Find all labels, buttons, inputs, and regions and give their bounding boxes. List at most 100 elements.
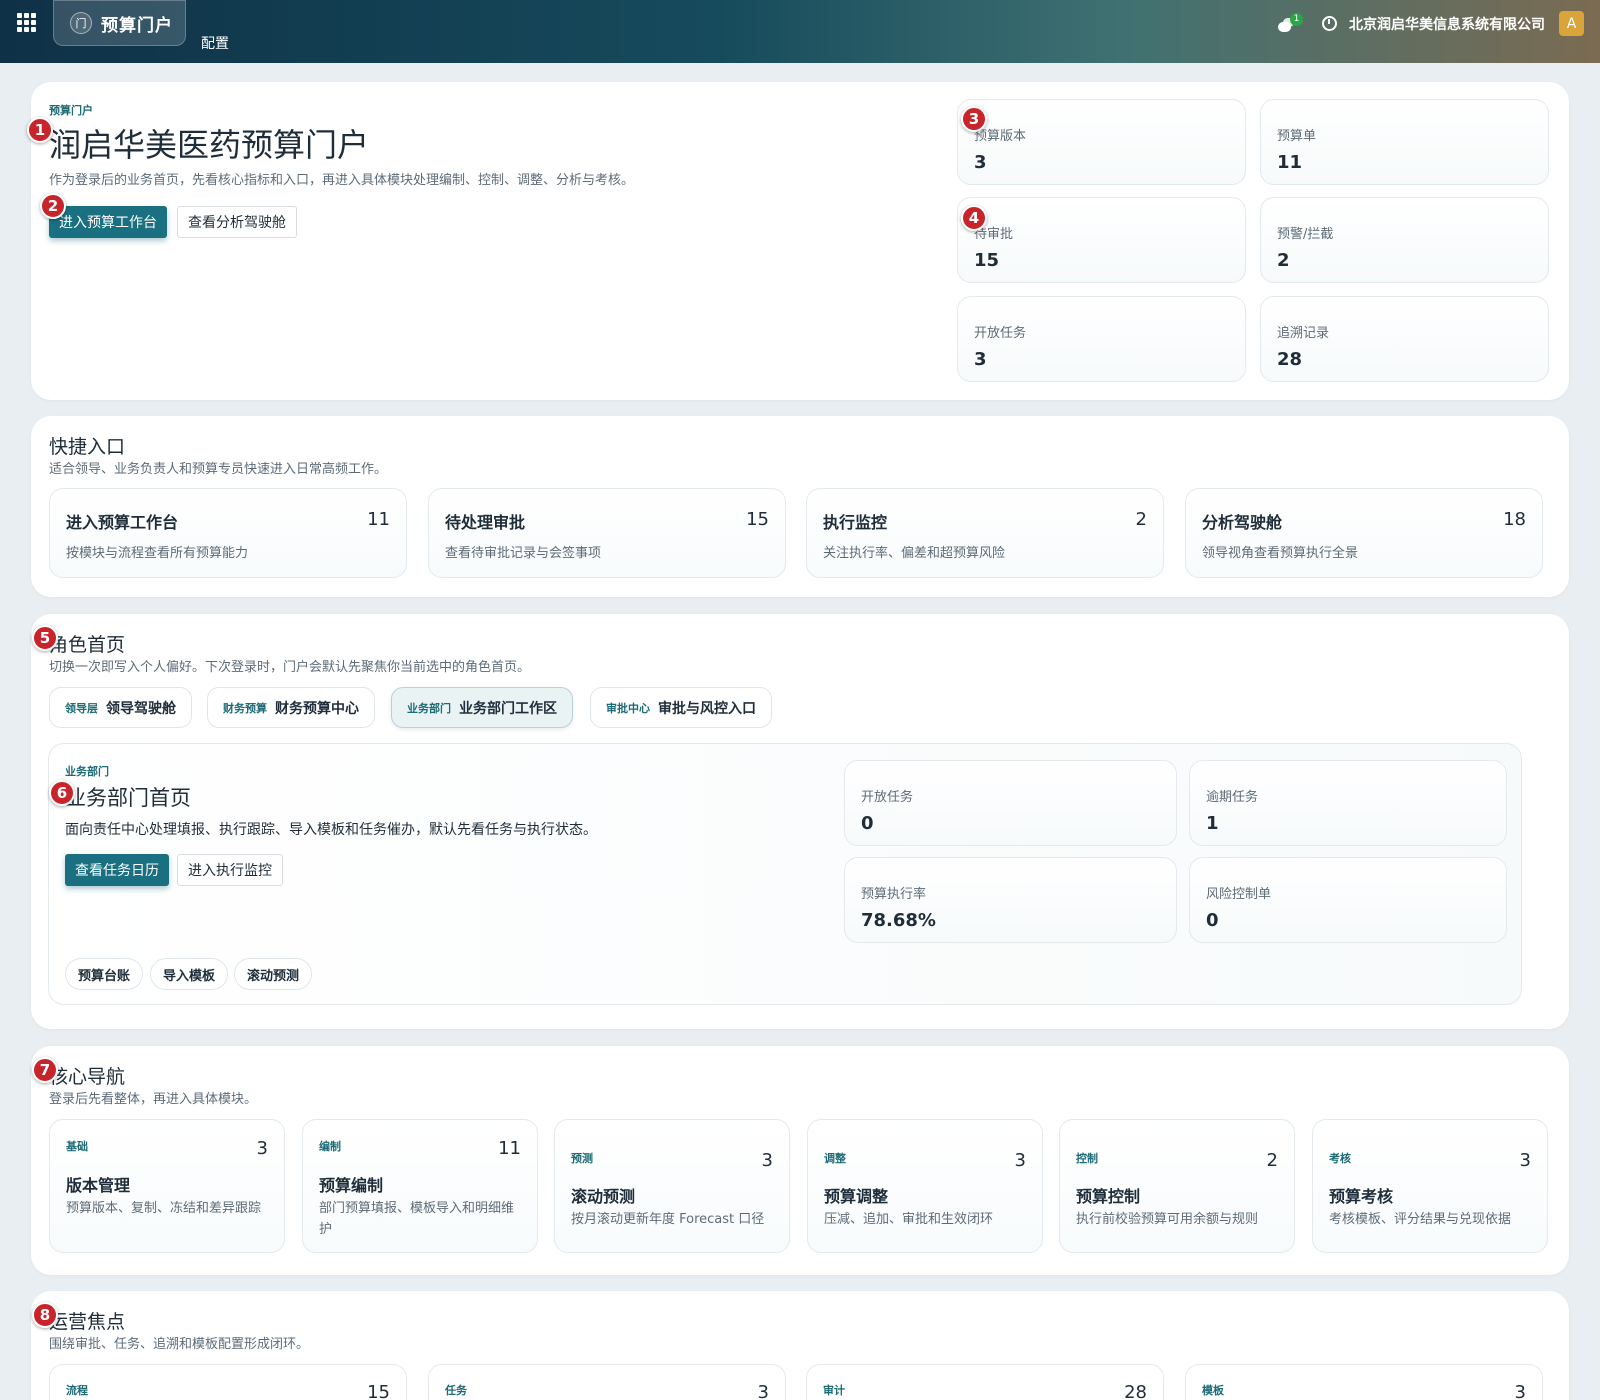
stat-value: 2 [1277,250,1290,271]
stat-card[interactable]: 预算单 11 [1260,99,1549,185]
module-tile-budgeting[interactable]: 编制 11 预算编制 部门预算填报、模板导入和明细维护 [302,1119,538,1253]
module-tile-forecast[interactable]: 预测 3 滚动预测 按月滚动更新年度 Forecast 口径 [554,1119,790,1253]
module-tile-version[interactable]: 基础 3 版本管理 预算版本、复制、冻结和差异跟踪 [49,1119,285,1253]
section-title: 快捷入口 [49,436,126,458]
stat-card[interactable]: 开放任务 0 [844,760,1177,846]
stat-card[interactable]: 预警/拦截 2 [1260,197,1549,283]
stat-value: 0 [861,813,874,834]
stat-card[interactable]: 预算执行率 78.68% [844,857,1177,943]
page-title: 润启华美医药预算门户 [49,126,370,164]
hero-subtitle: 作为登录后的业务首页，先看核心指标和入口，再进入具体模块处理编制、控制、调整、分… [49,173,635,188]
stat-label: 预算执行率 [861,887,927,902]
tile-desc: 领导视角查看预算执行全景 [1202,546,1359,561]
stat-card[interactable]: 追溯记录 28 [1260,296,1549,382]
role-tab-finance[interactable]: 财务预算 财务预算中心 [207,687,375,728]
shortcut-chip[interactable]: 滚动预测 [234,958,313,990]
module-count: 3 [256,1138,268,1159]
role-detail-panel: 业务部门 业务部门首页 面向责任中心处理填报、执行跟踪、导入模板和任务催办，默认… [48,743,1522,1005]
stat-card[interactable]: 预算版本 3 [957,99,1246,185]
ops-count: 3 [1514,1382,1526,1400]
module-title: 滚动预测 [571,1187,636,1206]
annotation-marker: 1 [27,117,53,143]
role-tag: 财务预算 [223,701,267,715]
quick-entry-tile[interactable]: 分析驾驶舱 18 领导视角查看预算执行全景 [1185,488,1543,578]
app-switcher-button[interactable]: 门 预算门户 [53,0,186,46]
chat-badge: 1 [1290,12,1303,26]
stat-card[interactable]: 风险控制单 0 [1189,857,1507,943]
role-tag: 领导层 [65,701,98,715]
panel-desc: 面向责任中心处理填报、执行跟踪、导入模板和任务催办，默认先看任务与执行状态。 [65,822,597,838]
module-tag: 控制 [1076,1152,1098,1165]
role-tab-leadership[interactable]: 领导层 领导驾驶舱 [49,687,192,728]
view-task-calendar-button[interactable]: 查看任务日历 [65,854,169,886]
stat-card[interactable]: 逾期任务 1 [1189,760,1507,846]
enter-exec-monitor-button[interactable]: 进入执行监控 [177,854,283,886]
tile-desc: 查看待审批记录与会签事项 [445,546,602,561]
role-tab-approval[interactable]: 审批中心 审批与风控入口 [590,687,772,728]
tile-count: 2 [1135,509,1147,530]
stat-value: 1 [1206,813,1219,834]
stat-label: 追溯记录 [1277,326,1330,341]
stat-card[interactable]: 待审批 15 [957,197,1246,283]
module-count: 3 [1014,1150,1026,1171]
stat-value: 11 [1277,152,1303,173]
view-analytics-button[interactable]: 查看分析驾驶舱 [177,206,297,238]
section-subtitle: 适合领导、业务负责人和预算专员快速进入日常高频工作。 [49,462,388,477]
tile-title: 待处理审批 [445,513,526,532]
stat-card[interactable]: 开放任务 3 [957,296,1246,382]
app-logo-icon: 门 [70,12,92,34]
annotation-marker: 8 [32,1302,58,1328]
enter-workbench-button[interactable]: 进入预算工作台 [49,206,167,238]
module-tag: 基础 [66,1140,88,1153]
core-nav-card: 核心导航 登录后先看整体，再进入具体模块。 基础 3 版本管理 预算版本、复制、… [31,1046,1569,1275]
module-tile-adjustment[interactable]: 调整 3 预算调整 压减、追加、审批和生效闭环 [807,1119,1043,1253]
shortcut-chip[interactable]: 导入模板 [150,958,229,990]
ops-tile[interactable]: 审计 28 [806,1364,1164,1400]
stat-value: 3 [974,349,987,370]
module-tile-assessment[interactable]: 考核 3 预算考核 考核模板、评分结果与兑现依据 [1312,1119,1548,1253]
user-avatar[interactable]: A [1559,11,1584,36]
ops-tag: 流程 [66,1384,88,1397]
module-tile-control[interactable]: 控制 2 预算控制 执行前校验预算可用余额与规则 [1059,1119,1295,1253]
ops-tile[interactable]: 任务 3 [428,1364,786,1400]
hero-eyebrow: 预算门户 [49,104,93,117]
role-tab-business[interactable]: 业务部门 业务部门工作区 [391,687,573,728]
ops-tile[interactable]: 模板 3 [1185,1364,1543,1400]
stat-label: 风险控制单 [1206,887,1272,902]
company-switcher[interactable]: 北京润启华美信息系统有限公司 [1349,14,1545,34]
ops-tile[interactable]: 流程 15 [49,1364,407,1400]
module-desc: 预算版本、复制、冻结和差异跟踪 [66,1201,262,1216]
module-desc: 压减、追加、审批和生效闭环 [824,1212,994,1227]
module-count: 3 [1519,1150,1531,1171]
module-desc: 考核模板、评分结果与兑现依据 [1329,1212,1512,1227]
ops-tag: 审计 [823,1384,845,1397]
ops-tag: 任务 [445,1384,467,1397]
quick-entry-tile[interactable]: 进入预算工作台 11 按模块与流程查看所有预算能力 [49,488,407,578]
chat-icon[interactable]: 1 [1276,12,1303,35]
stat-value: 78.68% [861,910,936,931]
apps-grid-icon[interactable] [17,13,36,32]
stat-label: 逾期任务 [1206,790,1259,805]
ops-focus-card: 运营焦点 围绕审批、任务、追溯和模板配置形成闭环。 流程 15 任务 3 审计 … [31,1291,1569,1400]
tile-count: 15 [746,509,769,530]
stat-label: 预警/拦截 [1277,227,1334,242]
clock-icon[interactable] [1322,16,1337,31]
module-title: 预算编制 [319,1176,384,1195]
annotation-marker: 6 [49,780,75,806]
stat-value: 3 [974,152,987,173]
role-home-card: 角色首页 切换一次即写入个人偏好。下次登录时，门户会默认先聚焦你当前选中的角色首… [31,614,1569,1029]
shortcut-chip[interactable]: 预算台账 [65,958,144,990]
module-title: 预算控制 [1076,1187,1141,1206]
stat-label: 开放任务 [974,326,1027,341]
panel-title: 业务部门首页 [65,786,191,810]
panel-eyebrow: 业务部门 [65,765,109,778]
module-count: 11 [498,1138,521,1159]
config-menu-link[interactable]: 配置 [201,33,229,53]
module-count: 3 [761,1150,773,1171]
top-navbar: 门 预算门户 配置 1 北京润启华美信息系统有限公司 A [0,0,1600,63]
tile-desc: 关注执行率、偏差和超预算风险 [823,546,1006,561]
module-count: 2 [1266,1150,1278,1171]
quick-entry-tile[interactable]: 执行监控 2 关注执行率、偏差和超预算风险 [806,488,1164,578]
quick-entry-tile[interactable]: 待处理审批 15 查看待审批记录与会签事项 [428,488,786,578]
module-desc: 部门预算填报、模板导入和明细维护 [319,1201,515,1237]
